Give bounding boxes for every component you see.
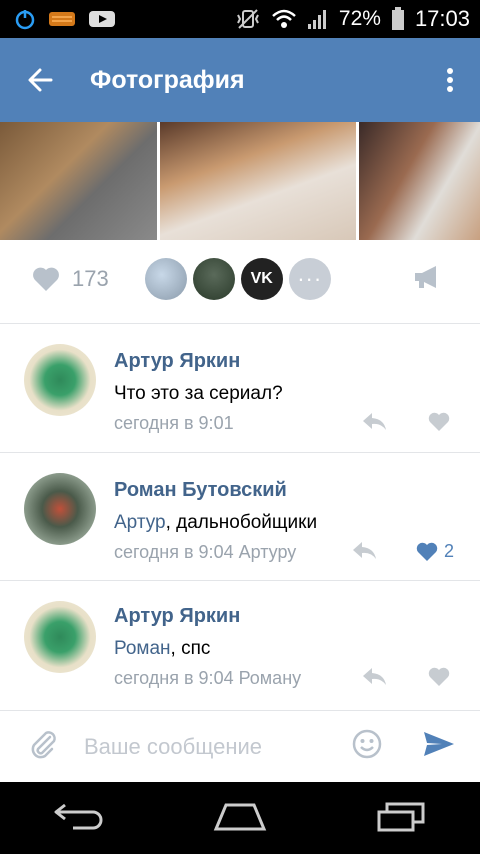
reply-button[interactable] [362,667,388,692]
likers-avatars[interactable]: VK ··· [144,258,331,300]
battery-percent: 72% [338,7,381,30]
comment-like-count: 2 [444,541,455,561]
more-vertical-icon [447,68,453,92]
recents-icon [377,802,425,831]
emoji-button[interactable] [352,729,382,764]
comment-like-button[interactable] [428,412,450,432]
battery-icon [391,7,404,30]
app-toolbar: Фотография [0,38,480,122]
system-nav-bar [0,782,480,854]
photo-panel-left [0,122,157,240]
more-likers-button[interactable]: ··· [288,258,331,300]
heart-icon [33,267,59,291]
comment-author[interactable]: Артур Яркин [114,605,240,628]
comment-like-button[interactable]: 2 [416,541,454,562]
signal-icon [307,10,326,29]
nav-home-button[interactable] [212,801,268,836]
avatar[interactable] [24,473,96,545]
comment-body: Что это за сериал? [114,383,283,404]
reply-icon [353,542,376,559]
likes-bar: 173 VK ··· [0,240,480,318]
heart-icon [428,667,450,686]
reply-button[interactable] [352,541,378,566]
comment-time: сегодня в 9:04 Артуру [114,542,297,562]
arrow-left-icon [28,68,53,92]
wifi-icon [272,9,296,28]
home-icon [213,803,267,830]
heart-icon [428,412,450,431]
attach-button[interactable] [28,729,58,764]
comment-text: Артур, дальнобойщики [114,512,317,534]
youtube-icon [89,11,115,27]
mention-link[interactable]: Роман [114,638,171,659]
message-composer: Ваше сообщение [0,710,480,782]
photo-panel-right [359,122,480,240]
comment-author[interactable]: Артур Яркин [114,350,240,373]
status-bar: 72% 17:03 [0,0,480,38]
liker-avatar[interactable] [192,258,235,300]
comment-body: , спс [170,638,211,659]
photo-viewer[interactable] [0,122,480,240]
power-saver-icon [15,10,35,30]
liker-avatar[interactable] [144,258,187,300]
clock: 17:03 [414,6,470,31]
megaphone-icon [415,265,436,288]
send-button[interactable] [422,730,456,763]
comment-text: Роман, спс [114,638,210,660]
nav-back-button[interactable] [53,801,105,836]
comment-item[interactable]: Артур Яркин Что это за сериал? сегодня в… [0,323,480,451]
photo-panel-center [160,122,356,240]
paperclip-icon [31,731,56,759]
reply-icon [363,668,386,685]
send-icon [424,732,454,756]
share-button[interactable] [412,264,440,295]
liker-avatar[interactable]: VK [240,258,283,300]
like-count: 173 [72,266,109,291]
message-input[interactable]: Ваше сообщение [84,734,352,760]
avatar[interactable] [24,344,96,416]
comment-body: , дальнобойщики [165,512,318,533]
reply-icon [363,413,386,430]
smiley-icon [352,729,382,759]
nav-recents-button[interactable] [375,800,427,837]
comment-item[interactable]: Артур Яркин Роман, спс сегодня в 9:04 Ро… [0,580,480,708]
avatar[interactable] [24,601,96,673]
mention-link[interactable]: Артур [114,512,166,533]
heart-icon [416,542,438,561]
page-title: Фотография [90,65,245,94]
comment-text: Что это за сериал? [114,383,283,405]
comment-time: сегодня в 9:01 [114,413,234,433]
back-button[interactable] [0,38,80,122]
comment-item[interactable]: Роман Бутовский Артур, дальнобойщики сег… [0,452,480,580]
comment-time: сегодня в 9:04 Роману [114,668,302,688]
comment-like-button[interactable] [428,667,450,687]
back-arrow-icon [54,803,103,829]
reply-button[interactable] [362,412,388,437]
comment-author[interactable]: Роман Бутовский [114,479,287,502]
vibrate-icon [237,9,259,29]
app-notification-icon [49,12,75,26]
more-menu-button[interactable] [420,38,480,122]
like-button[interactable]: 173 [32,266,109,292]
